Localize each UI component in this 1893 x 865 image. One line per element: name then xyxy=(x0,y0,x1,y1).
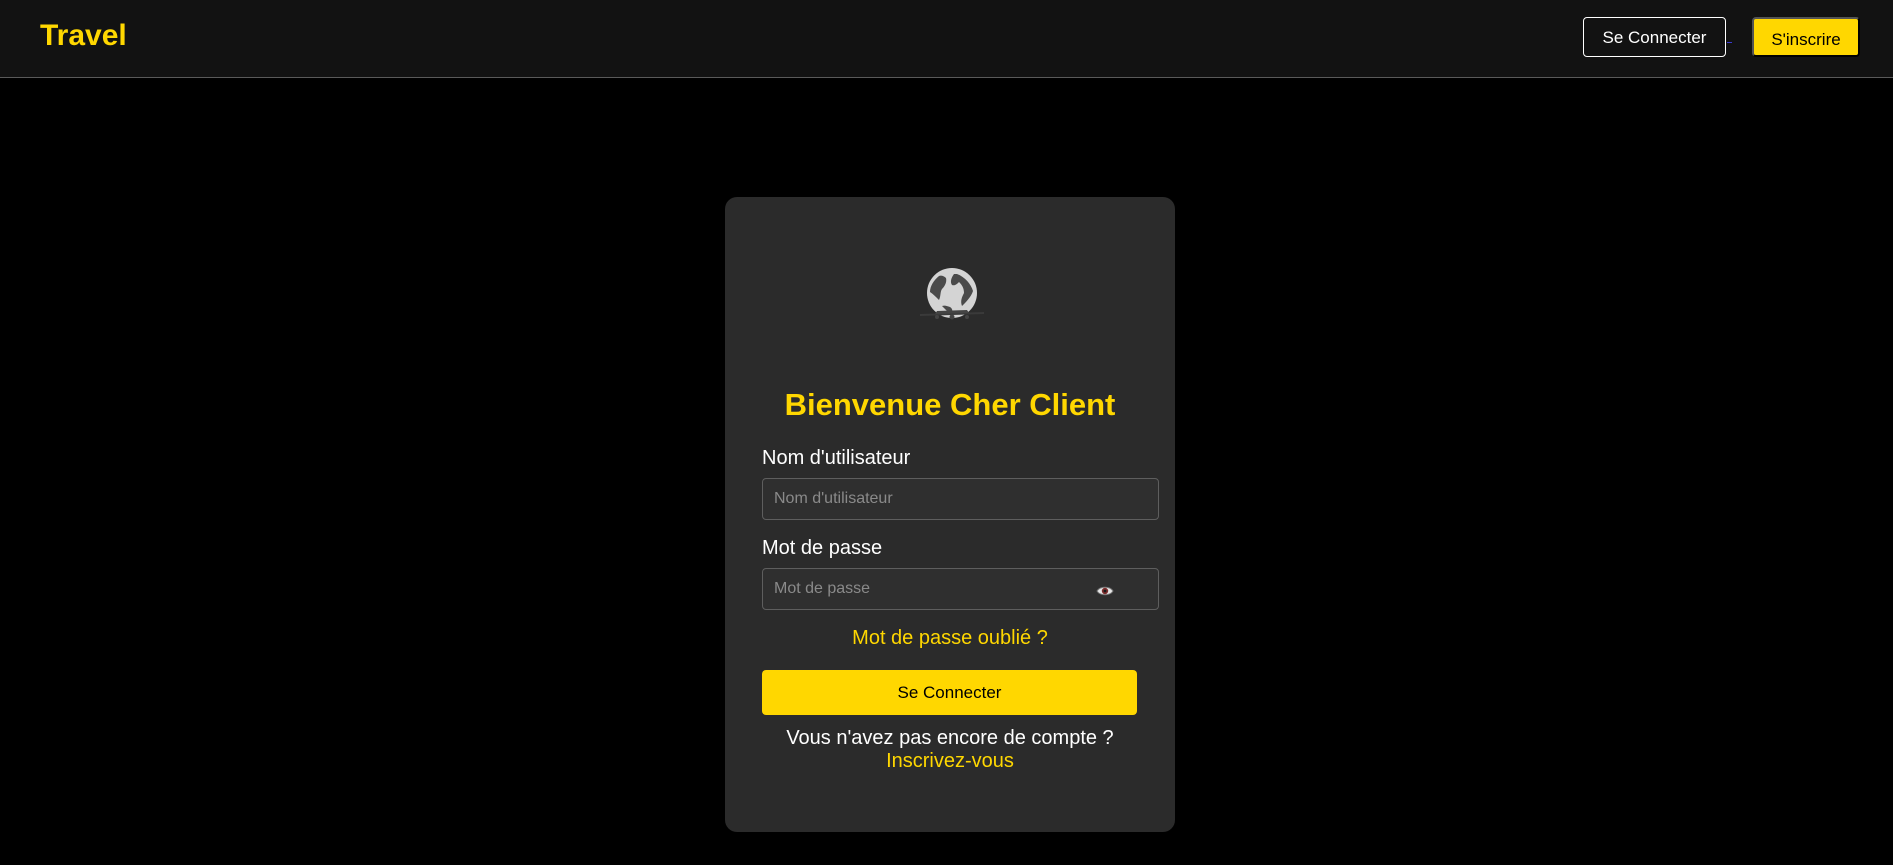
header-login-button[interactable]: Se Connecter xyxy=(1583,17,1726,57)
forgot-password-link[interactable]: Mot de passe oublié ? xyxy=(725,626,1175,650)
password-label: Mot de passe xyxy=(762,537,883,559)
login-submit-button[interactable]: Se Connecter xyxy=(762,670,1137,715)
welcome-title: Bienvenue Cher Client xyxy=(784,387,1116,422)
brand-logo[interactable]: Travel xyxy=(40,19,127,53)
signup-link[interactable]: Inscrivez-vous xyxy=(725,749,1175,773)
header-signup-button[interactable]: S'inscrire xyxy=(1752,17,1860,57)
top-navbar: Travel Se Connecter S'inscrire xyxy=(0,0,1893,78)
username-input[interactable] xyxy=(762,478,1159,520)
login-card: Bienvenue Cher Client Nom d'utilisateur … xyxy=(725,197,1175,832)
no-account-text: Vous n'avez pas encore de compte ? xyxy=(786,727,1114,749)
username-label: Nom d'utilisateur xyxy=(762,447,911,469)
nav-separator xyxy=(1727,42,1732,43)
globe-airplane-icon xyxy=(917,266,987,328)
eye-icon[interactable] xyxy=(1096,584,1114,598)
